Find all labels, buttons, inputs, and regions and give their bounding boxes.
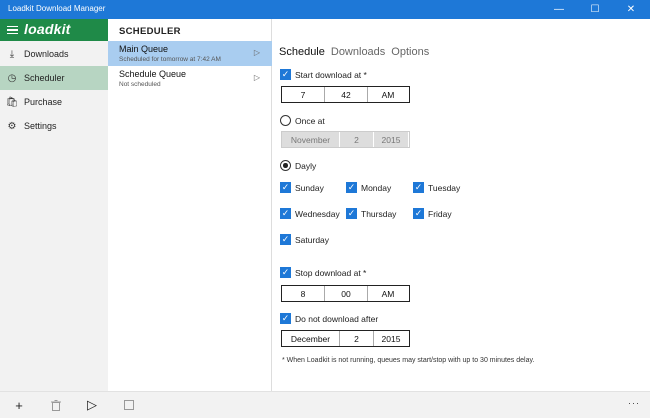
queue-status: Not scheduled xyxy=(119,81,161,88)
nav-pane: loadkit ⤓ Downloads ◷ Scheduler 🛍 Purcha… xyxy=(0,19,108,391)
nav-item-label: Downloads xyxy=(24,49,69,59)
daily-label: Dayly xyxy=(295,161,317,171)
queue-item-schedule[interactable]: Schedule Queue Not scheduled ▷ xyxy=(108,66,272,91)
once-day: 2 xyxy=(340,132,374,147)
queue-status: Scheduled for tomorrow at 7:42 AM xyxy=(119,56,221,63)
nav-item-label: Scheduler xyxy=(24,73,65,83)
once-month: November xyxy=(282,132,340,147)
once-at-radio[interactable] xyxy=(280,115,291,126)
end-day[interactable]: 2 xyxy=(340,331,374,346)
friday-label: Friday xyxy=(428,209,452,219)
monday-label: Monday xyxy=(361,183,392,193)
clock-icon: ◷ xyxy=(7,72,17,84)
queue-name: Main Queue xyxy=(119,44,169,54)
play-icon[interactable]: ▷ xyxy=(254,73,260,82)
tuesday-checkbox[interactable]: ✓ xyxy=(413,182,424,193)
sunday-label: Sunday xyxy=(295,183,324,193)
wednesday-checkbox[interactable]: ✓ xyxy=(280,208,291,219)
tab-downloads[interactable]: Downloads xyxy=(331,46,385,58)
nav-item-scheduler[interactable]: ◷ Scheduler xyxy=(0,66,108,90)
nav-item-downloads[interactable]: ⤓ Downloads xyxy=(0,42,108,66)
cart-icon: 🛍 xyxy=(5,96,19,108)
tab-schedule[interactable]: Schedule xyxy=(279,46,325,58)
thursday-label: Thursday xyxy=(361,209,397,219)
do-not-download-after-label: Do not download after xyxy=(295,314,379,324)
once-year: 2015 xyxy=(374,132,409,147)
stop-time-picker[interactable]: 8 00 AM xyxy=(281,285,410,302)
nav-item-settings[interactable]: ⚙ Settings xyxy=(0,114,108,138)
queue-list-pane: SCHEDULER Main Queue Scheduled for tomor… xyxy=(108,19,272,391)
sunday-checkbox[interactable]: ✓ xyxy=(280,182,291,193)
download-icon: ⤓ xyxy=(9,48,15,60)
stop-minute[interactable]: 00 xyxy=(325,286,368,301)
schedule-note: * When Loadkit is not running, queues ma… xyxy=(282,357,535,364)
start-hour[interactable]: 7 xyxy=(282,87,325,102)
start-time-picker[interactable]: 7 42 AM xyxy=(281,86,410,103)
logo: loadkit xyxy=(24,21,71,37)
title-bar: Loadkit Download Manager — ☐ ✕ xyxy=(0,0,650,19)
detail-tabs: Schedule Downloads Options xyxy=(279,46,429,58)
nav-item-label: Settings xyxy=(24,121,57,131)
saturday-checkbox[interactable]: ✓ xyxy=(280,234,291,245)
nav-item-purchase[interactable]: 🛍 Purchase xyxy=(0,90,108,114)
start-download-label: Start download at * xyxy=(295,70,367,80)
once-at-label: Once at xyxy=(295,116,325,126)
wednesday-label: Wednesday xyxy=(295,209,340,219)
minimize-button[interactable]: — xyxy=(541,0,577,19)
stop-download-checkbox[interactable]: ✓ xyxy=(280,267,291,278)
hamburger-menu-icon[interactable] xyxy=(7,26,18,35)
daily-radio[interactable] xyxy=(280,160,291,171)
close-button[interactable]: ✕ xyxy=(613,0,649,19)
end-date-picker[interactable]: December 2 2015 xyxy=(281,330,410,347)
start-minute[interactable]: 42 xyxy=(325,87,368,102)
thursday-checkbox[interactable]: ✓ xyxy=(346,208,357,219)
add-icon[interactable]: + xyxy=(11,397,27,413)
brand-bar: loadkit xyxy=(0,19,108,41)
monday-checkbox[interactable]: ✓ xyxy=(346,182,357,193)
command-bar: + ▷ ··· xyxy=(0,391,650,418)
stop-ampm[interactable]: AM xyxy=(368,286,408,301)
tuesday-label: Tuesday xyxy=(428,183,461,193)
stop-icon[interactable] xyxy=(121,397,137,413)
stop-download-label: Stop download at * xyxy=(295,268,367,278)
once-date-picker: November 2 2015 xyxy=(281,131,410,148)
page-title: SCHEDULER xyxy=(119,26,181,37)
tab-options[interactable]: Options xyxy=(391,46,429,58)
friday-checkbox[interactable]: ✓ xyxy=(413,208,424,219)
maximize-button[interactable]: ☐ xyxy=(577,0,613,19)
start-ampm[interactable]: AM xyxy=(368,87,408,102)
play-icon[interactable]: ▷ xyxy=(84,397,100,413)
trash-icon[interactable] xyxy=(48,397,64,413)
start-download-checkbox[interactable]: ✓ xyxy=(280,69,291,80)
more-options-icon[interactable]: ··· xyxy=(628,398,640,408)
gear-icon: ⚙ xyxy=(7,120,17,132)
do-not-download-after-checkbox[interactable]: ✓ xyxy=(280,313,291,324)
queue-item-main[interactable]: Main Queue Scheduled for tomorrow at 7:4… xyxy=(108,41,272,66)
saturday-label: Saturday xyxy=(295,235,330,245)
schedule-detail-pane: Schedule Downloads Options ✓ Start downl… xyxy=(272,19,650,391)
stop-hour[interactable]: 8 xyxy=(282,286,325,301)
end-year[interactable]: 2015 xyxy=(374,331,408,346)
nav-item-label: Purchase xyxy=(24,97,63,107)
play-icon[interactable]: ▷ xyxy=(254,48,260,57)
queue-name: Schedule Queue xyxy=(119,69,187,79)
window-title: Loadkit Download Manager xyxy=(8,4,106,13)
end-month[interactable]: December xyxy=(282,331,340,346)
